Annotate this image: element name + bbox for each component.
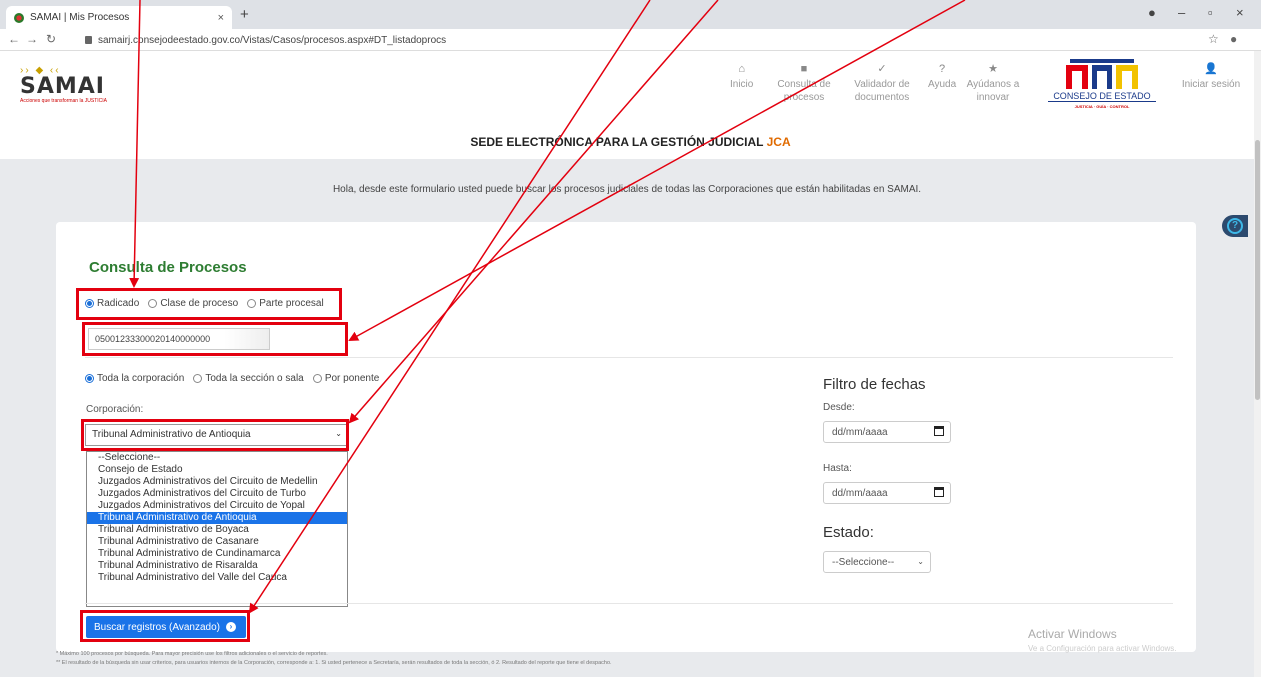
floating-help-button[interactable]: ? [1222, 215, 1248, 237]
cde-subtitle: JUSTICIA · GUÍA · CONTROL [1074, 104, 1130, 109]
radio-unselected-icon [193, 374, 203, 383]
nav-ayuda-label: Ayuda [928, 79, 957, 90]
nav-consulta-label: Consulta de procesos [777, 79, 831, 103]
nav-consulta[interactable]: ■ Consulta de procesos [776, 63, 832, 104]
desde-label: Desde: [823, 402, 855, 413]
logo-tagline: Acciones que transforman la JUSTICIA [20, 98, 107, 104]
browser-tab[interactable]: SAMAI | Mis Procesos × [6, 6, 232, 29]
dropdown-option[interactable]: Juzgados Administrativos del Circuito de… [87, 500, 347, 512]
cde-name: CONSEJO DE ESTADO [1048, 91, 1156, 102]
highlight-box-search-button [80, 610, 250, 642]
welcome-text: Hola, desde este formulario usted puede … [332, 184, 922, 195]
dropdown-option[interactable]: Tribunal Administrativo de Boyaca [87, 524, 347, 536]
login-link[interactable]: 👤 Iniciar sesión [1180, 63, 1242, 91]
help-icon: ? [939, 63, 946, 75]
samai-favicon-icon [14, 12, 24, 23]
scope-radios: Toda la corporación Toda la sección o sa… [85, 373, 385, 386]
tab-close-icon[interactable]: × [218, 12, 224, 24]
tab-title: SAMAI | Mis Procesos [30, 12, 130, 23]
radio-por-ponente[interactable]: Por ponente [312, 373, 380, 384]
minimize-icon[interactable]: – [1178, 5, 1185, 20]
highlight-box-radicado [82, 322, 348, 356]
radio-corporacion-label: Toda la corporación [97, 373, 185, 384]
nav-innovar[interactable]: ★ Ayúdanos a innovar [966, 63, 1020, 104]
url-text: samairj.consejodeestado.gov.co/Vistas/Ca… [98, 34, 447, 46]
page-title-accent: JCA [766, 135, 791, 149]
calendar-icon[interactable] [934, 487, 944, 497]
calendar-icon[interactable] [934, 426, 944, 436]
star-icon: ★ [988, 63, 998, 75]
dropdown-option[interactable]: Tribunal Administrativo del Valle del Ca… [87, 572, 347, 584]
windows-watermark-title: Activar Windows [1028, 627, 1117, 641]
hasta-label: Hasta: [823, 463, 852, 474]
dropdown-option-selected[interactable]: Tribunal Administrativo de Antioquia [87, 512, 347, 524]
nav-inicio-label: Inicio [730, 79, 754, 90]
radio-toda-seccion[interactable]: Toda la sección o sala [193, 373, 304, 384]
forward-icon[interactable]: → [26, 32, 38, 46]
corporacion-dropdown-list: --Seleccione-- Consejo de Estado Juzgado… [86, 451, 348, 607]
chevron-down-icon: ⌄ [917, 557, 924, 566]
radio-toda-corporacion[interactable]: Toda la corporación [85, 373, 184, 384]
corporacion-label: Corporación: [86, 404, 144, 415]
hasta-date-input[interactable]: dd/mm/aaaa [823, 482, 951, 504]
consejo-de-estado-logo[interactable]: CONSEJO DE ESTADO JUSTICIA · GUÍA · CONT… [1046, 59, 1158, 117]
divider [85, 603, 1173, 604]
back-icon[interactable]: ← [8, 32, 20, 46]
building-icon [1066, 59, 1138, 89]
radio-ponente-label: Por ponente [324, 373, 380, 384]
footer-note-2: ** El resultado de la búsqueda sin usar … [56, 660, 612, 666]
estado-select-value: --Seleccione-- [832, 557, 895, 568]
highlight-box-search-type [76, 288, 342, 320]
page-title: SEDE ELECTRÓNICA PARA LA GESTIÓN JUDICIA… [0, 125, 1261, 159]
dropdown-option[interactable]: Consejo de Estado [87, 464, 347, 476]
home-icon: ⌂ [738, 63, 745, 75]
nav-ayuda[interactable]: ? Ayuda [928, 63, 956, 91]
dropdown-option[interactable]: Tribunal Administrativo de Casanare [87, 536, 347, 548]
footer-note-1: * Máximo 100 procesos por búsqueda. Para… [56, 651, 328, 657]
bookmark-star-icon[interactable]: ☆ [1208, 32, 1219, 46]
highlight-box-corporacion [81, 419, 349, 451]
logo-text: SAMAI [20, 74, 105, 99]
maximize-icon[interactable]: ▫ [1208, 5, 1213, 20]
nav-inicio[interactable]: ⌂ Inicio [730, 63, 753, 91]
hasta-placeholder: dd/mm/aaaa [832, 488, 888, 499]
profile-icon[interactable]: ● [1230, 32, 1237, 46]
nav-innovar-label: Ayúdanos a innovar [966, 79, 1020, 103]
dropdown-option[interactable]: Tribunal Administrativo de Risaralda [87, 560, 347, 572]
nav-validador-label: Validador de documentos [854, 79, 910, 103]
estado-label: Estado: [823, 524, 874, 541]
new-tab-button[interactable]: + [240, 6, 249, 23]
form-heading: Consulta de Procesos [89, 259, 247, 276]
windows-watermark-subtitle: Ve a Configuración para activar Windows. [1028, 644, 1177, 653]
estado-select[interactable]: --Seleccione-- ⌄ [823, 551, 931, 573]
login-label: Iniciar sesión [1181, 79, 1241, 90]
reload-icon[interactable]: ↻ [46, 32, 56, 46]
dropdown-option[interactable]: --Seleccione-- [87, 452, 347, 464]
question-icon: ? [1227, 218, 1243, 234]
radio-seccion-label: Toda la sección o sala [205, 373, 304, 384]
user-icon: 👤 [1204, 63, 1218, 75]
site-header: ›› ◆ ‹‹ SAMAI Acciones que transforman l… [0, 51, 1261, 125]
radio-unselected-icon [312, 374, 322, 383]
address-bar: ← → ↻ samairj.consejodeestado.gov.co/Vis… [0, 29, 1261, 51]
desde-date-input[interactable]: dd/mm/aaaa [823, 421, 951, 443]
validate-icon: ✓ [877, 63, 887, 75]
url-field[interactable]: samairj.consejodeestado.gov.co/Vistas/Ca… [85, 32, 1185, 48]
scrollbar-thumb[interactable] [1255, 140, 1260, 400]
samai-logo[interactable]: ›› ◆ ‹‹ SAMAI Acciones que transforman l… [20, 65, 130, 119]
divider [85, 357, 1173, 358]
desde-placeholder: dd/mm/aaaa [832, 427, 888, 438]
nav-validador[interactable]: ✓ Validador de documentos [838, 63, 926, 104]
dropdown-option[interactable]: Juzgados Administrativos del Circuito de… [87, 488, 347, 500]
close-window-icon[interactable]: × [1236, 5, 1244, 20]
page-title-text: SEDE ELECTRÓNICA PARA LA GESTIÓN JUDICIA… [470, 135, 764, 149]
folder-icon: ■ [800, 63, 808, 75]
account-icon[interactable]: ● [1148, 5, 1156, 20]
browser-tabbar: SAMAI | Mis Procesos × + ● – ▫ × [0, 0, 1261, 29]
dropdown-option[interactable]: Tribunal Administrativo de Cundinamarca [87, 548, 347, 560]
lock-icon [85, 36, 92, 44]
radio-selected-icon [85, 374, 94, 383]
date-filter-title: Filtro de fechas [823, 376, 926, 393]
dropdown-option[interactable]: Juzgados Administrativos del Circuito de… [87, 476, 347, 488]
